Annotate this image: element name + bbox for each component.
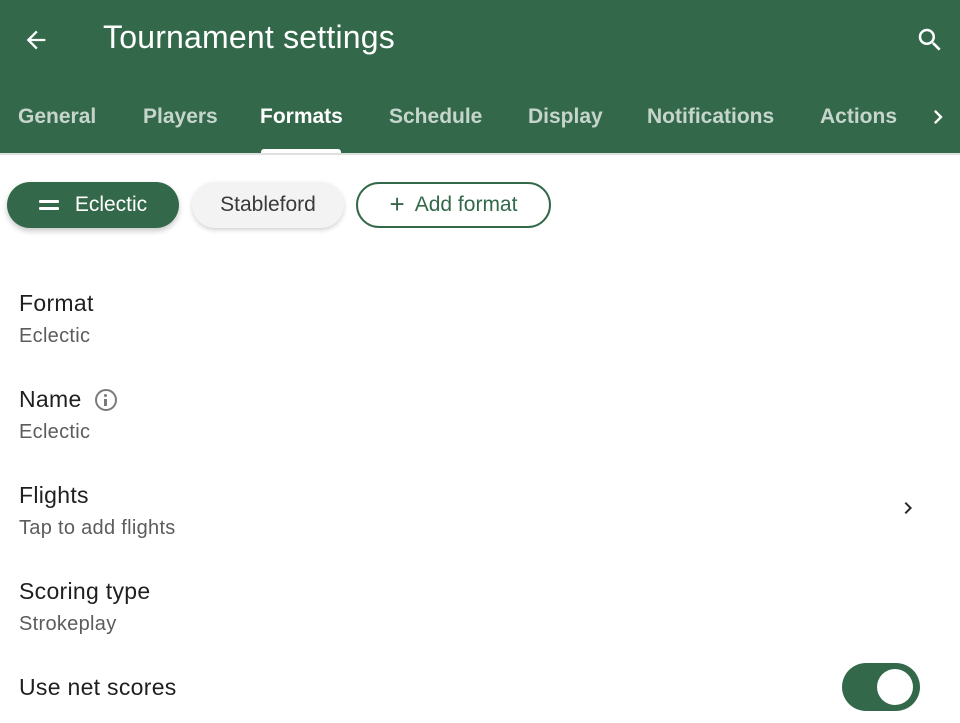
- page-title: Tournament settings: [103, 19, 395, 55]
- search-icon: [918, 28, 941, 51]
- add-format-label: Add format: [414, 193, 518, 216]
- tab-bar: General Players Formats Schedule Display…: [0, 80, 960, 153]
- setting-format-title: Format: [19, 290, 94, 316]
- setting-name-title: Name: [19, 386, 82, 412]
- setting-format-value: Eclectic: [19, 325, 91, 347]
- tabs-scroll-right-button[interactable]: [920, 97, 956, 137]
- chip-eclectic[interactable]: Eclectic: [7, 182, 179, 228]
- app-bar: Tournament settings General Players Form…: [0, 0, 960, 153]
- chip-stableford[interactable]: Stableford: [192, 182, 344, 228]
- setting-flights-title: Flights: [19, 482, 89, 508]
- setting-scoring-type[interactable]: Scoring type Strokeplay: [0, 568, 960, 648]
- chevron-right-icon: [934, 110, 943, 124]
- tab-notifications[interactable]: Notifications: [647, 80, 774, 153]
- arrow-left-icon: [26, 30, 46, 50]
- tab-players[interactable]: Players: [143, 80, 218, 153]
- setting-use-net-scores-title: Use net scores: [19, 674, 177, 700]
- top-bar: Tournament settings: [0, 0, 960, 80]
- setting-flights[interactable]: Flights Tap to add flights: [0, 472, 960, 552]
- chip-stableford-label: Stableford: [220, 193, 316, 216]
- add-format-button[interactable]: + Add format: [356, 182, 551, 228]
- setting-flights-value: Tap to add flights: [19, 517, 176, 539]
- tab-actions[interactable]: Actions: [820, 80, 897, 153]
- tab-display[interactable]: Display: [528, 80, 603, 153]
- plus-icon: +: [389, 188, 405, 219]
- toggle-knob: [877, 669, 913, 705]
- chip-eclectic-label: Eclectic: [74, 193, 148, 216]
- back-button[interactable]: [16, 20, 56, 60]
- tab-schedule[interactable]: Schedule: [389, 80, 482, 153]
- info-icon[interactable]: [95, 389, 117, 411]
- search-button[interactable]: [910, 20, 950, 60]
- setting-use-net-scores[interactable]: Use net scores: [0, 664, 960, 714]
- use-net-scores-toggle[interactable]: [842, 663, 920, 711]
- flights-chevron-right-icon: [896, 496, 920, 520]
- setting-format[interactable]: Format Eclectic: [0, 280, 960, 360]
- tab-formats[interactable]: Formats: [260, 80, 343, 153]
- setting-name-value: Eclectic: [19, 421, 91, 443]
- tab-general[interactable]: General: [18, 80, 96, 153]
- setting-scoring-type-value: Strokeplay: [19, 613, 117, 635]
- drag-handle-icon: [38, 200, 59, 210]
- setting-name[interactable]: Name Eclectic: [0, 376, 960, 456]
- setting-scoring-type-title: Scoring type: [19, 578, 151, 604]
- format-chips: Eclectic Stableford + Add format: [0, 180, 960, 230]
- appbar-divider: [0, 153, 960, 155]
